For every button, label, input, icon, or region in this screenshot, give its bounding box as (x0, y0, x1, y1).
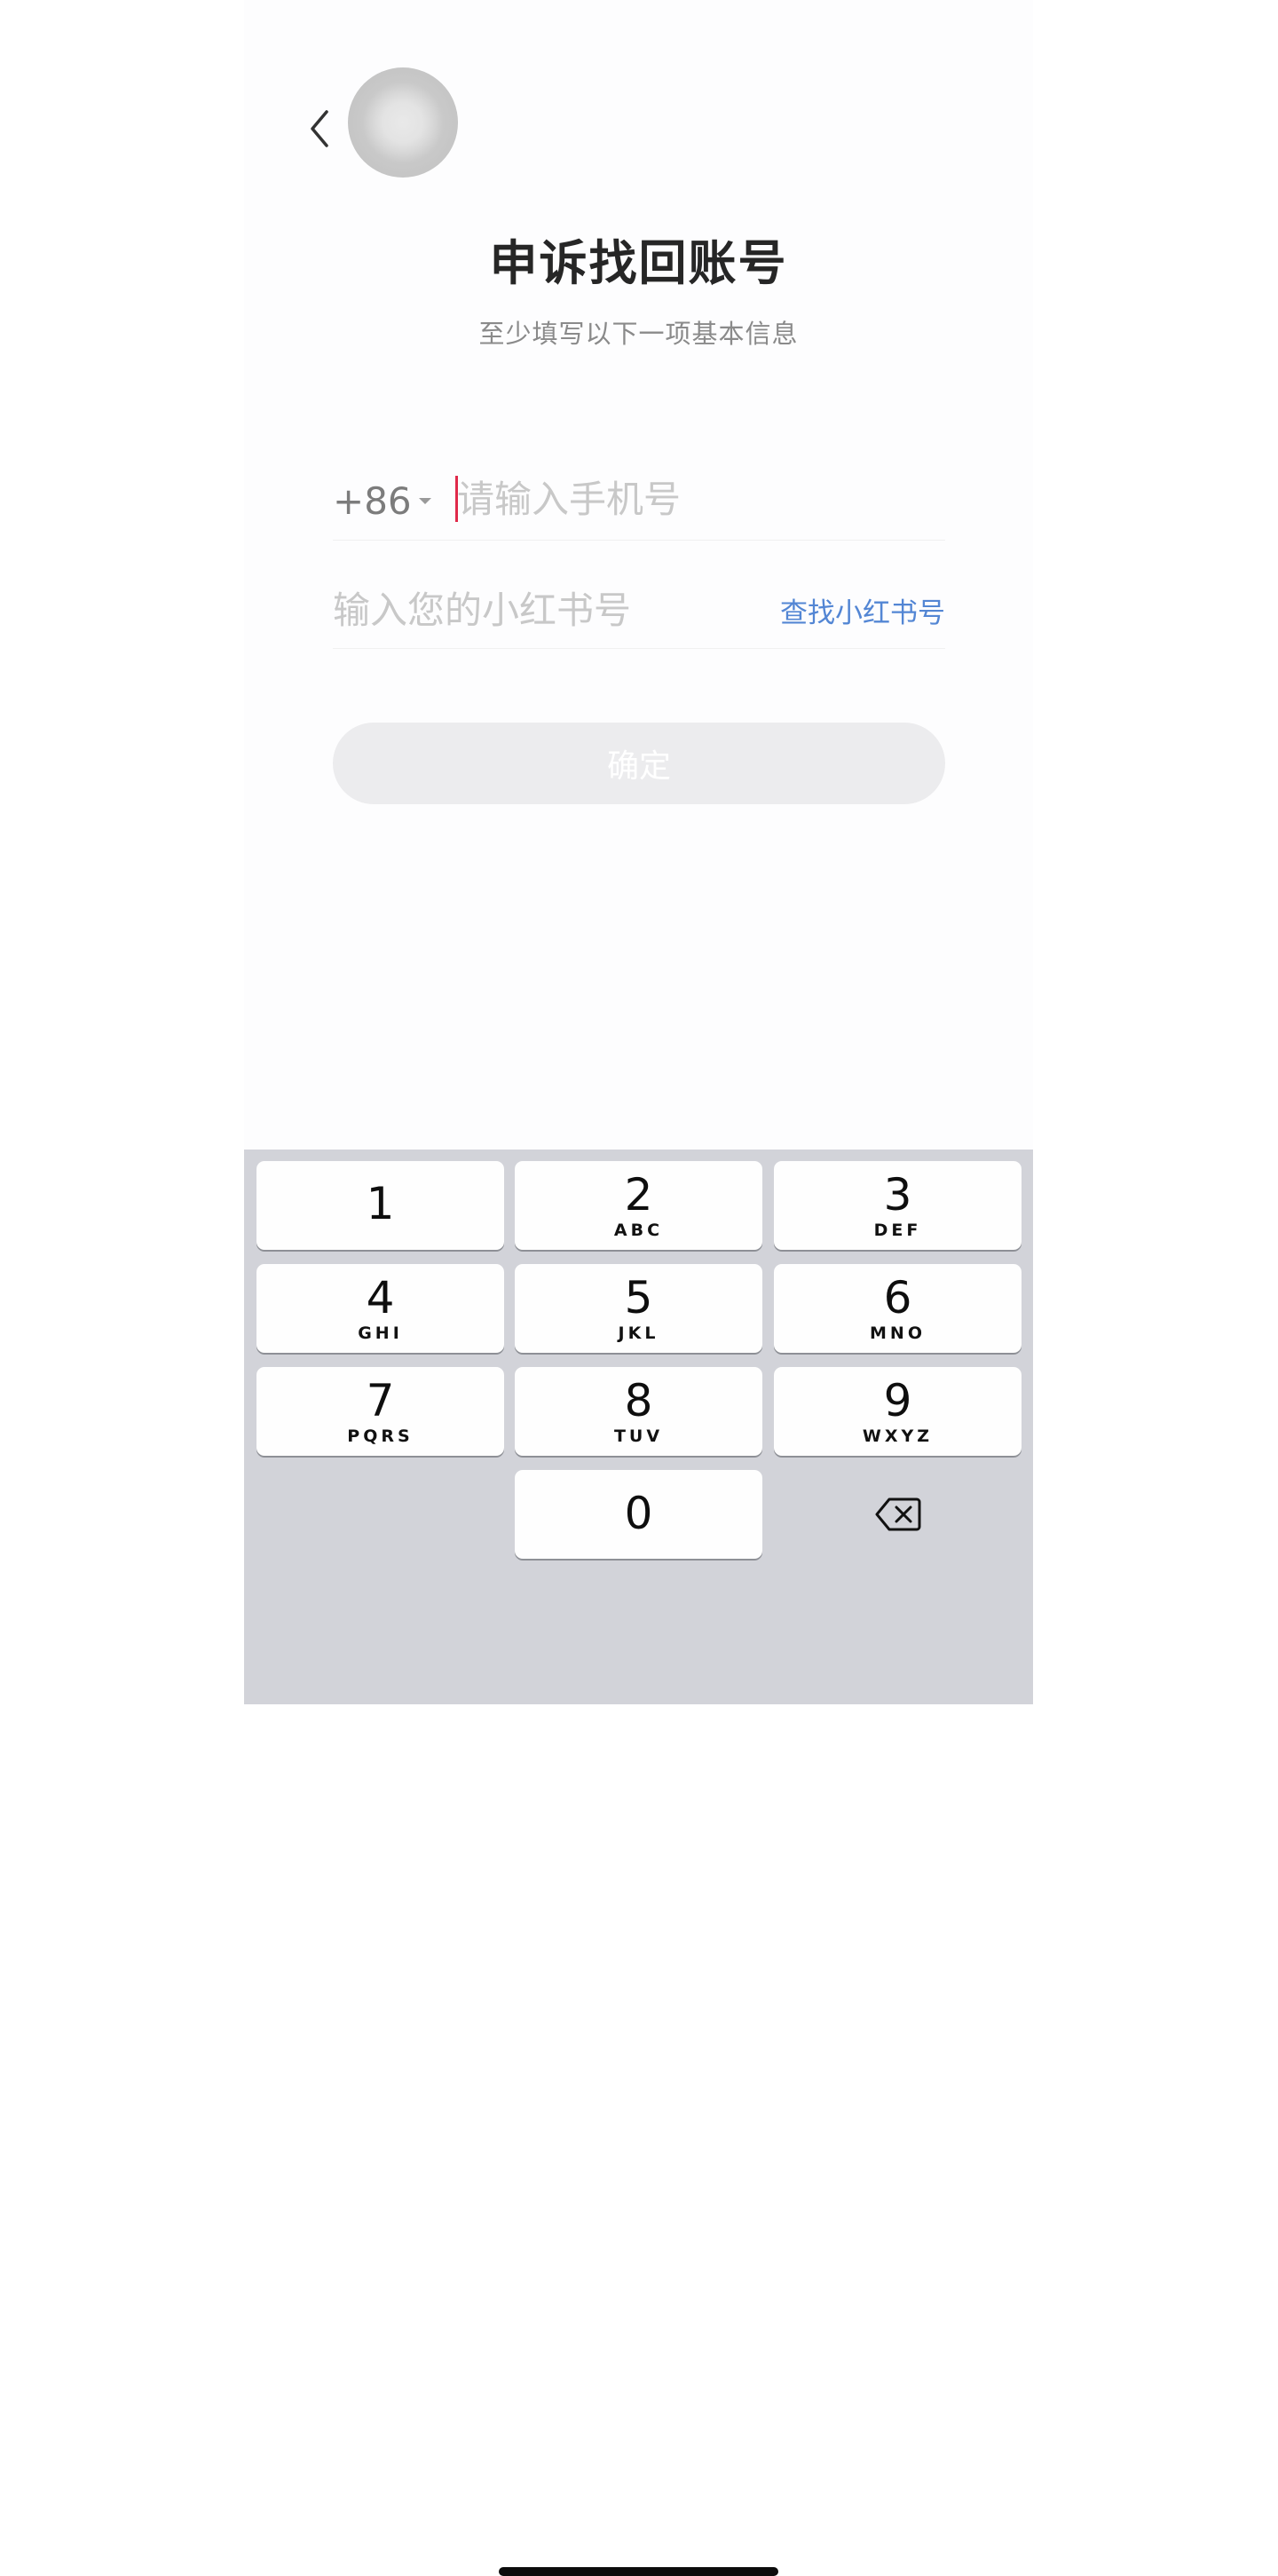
country-code-label: +86 (333, 479, 412, 523)
key-1[interactable]: 1 (256, 1161, 504, 1250)
key-digit: 9 (883, 1375, 912, 1426)
country-code-selector[interactable]: +86 (333, 479, 431, 523)
page-title: 申诉找回账号 (489, 235, 788, 291)
key-letters: DEF (873, 1221, 922, 1240)
home-indicator[interactable] (499, 2567, 778, 2576)
phone-input[interactable] (457, 472, 919, 525)
key-digit: 2 (624, 1169, 653, 1221)
key-letters: PQRS (347, 1426, 414, 1446)
phone-field-row: +86 (333, 462, 945, 541)
confirm-button[interactable]: 确定 (333, 723, 945, 804)
key-digit: 8 (624, 1375, 653, 1426)
xiaohongshu-id-input[interactable] (333, 583, 750, 636)
key-digit: 5 (624, 1272, 653, 1324)
xiaohongshu-id-row: 查找小红书号 (333, 573, 945, 649)
caret-down-icon (418, 498, 431, 504)
key-digit: 4 (366, 1272, 395, 1324)
key-letters: GHI (358, 1324, 403, 1343)
key-digit: 7 (366, 1375, 395, 1426)
page-subtitle: 至少填写以下一项基本信息 (478, 319, 799, 349)
key-7[interactable]: 7 PQRS (256, 1367, 504, 1456)
chevron-left-icon (311, 110, 328, 147)
find-id-link[interactable]: 查找小红书号 (780, 590, 945, 630)
key-digit: 3 (883, 1169, 912, 1221)
key-4[interactable]: 4 GHI (256, 1264, 504, 1353)
backspace-icon (875, 1497, 920, 1531)
numeric-keyboard: 1 2 ABC 3 DEF 4 GHI 5 JKL 6 MNO 7 PQRS 8 (244, 1150, 1033, 2576)
back-button[interactable] (297, 105, 342, 153)
key-8[interactable]: 8 TUV (515, 1367, 762, 1456)
key-letters: WXYZ (862, 1426, 934, 1446)
delete-key[interactable] (774, 1470, 1022, 1559)
key-6[interactable]: 6 MNO (774, 1264, 1022, 1353)
key-letters: TUV (613, 1426, 664, 1446)
key-2[interactable]: 2 ABC (515, 1161, 762, 1250)
key-digit: 6 (883, 1272, 912, 1324)
key-letters: MNO (870, 1324, 926, 1343)
key-letters: JKL (618, 1324, 659, 1343)
key-letters: ABC (613, 1221, 664, 1240)
avatar (348, 67, 458, 178)
key-digit: 1 (366, 1178, 395, 1229)
key-5[interactable]: 5 JKL (515, 1264, 762, 1353)
key-3[interactable]: 3 DEF (774, 1161, 1022, 1250)
key-0[interactable]: 0 (515, 1470, 762, 1559)
key-9[interactable]: 9 WXYZ (774, 1367, 1022, 1456)
key-digit: 0 (624, 1488, 653, 1539)
app-screen: 申诉找回账号 至少填写以下一项基本信息 +86 查找小红书号 确定 1 2 AB… (244, 0, 1033, 2576)
